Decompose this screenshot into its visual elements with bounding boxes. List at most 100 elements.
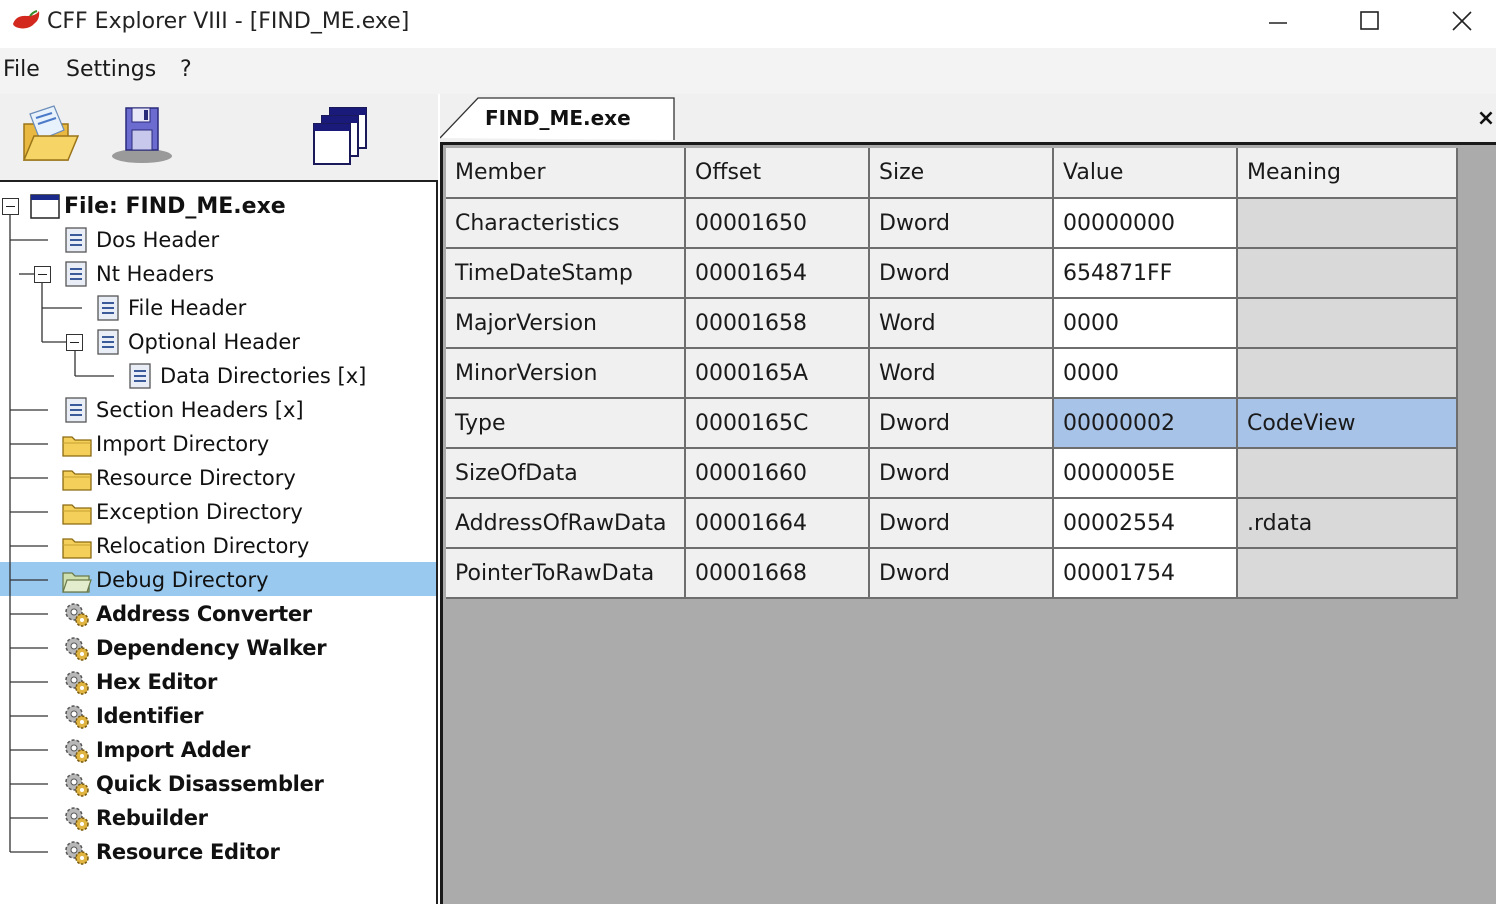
- meaning-cell: .rdata: [1237, 498, 1458, 549]
- offset-cell: 00001668: [685, 548, 870, 599]
- tree-expander-root[interactable]: [2, 198, 19, 215]
- value-cell[interactable]: 0000: [1053, 348, 1238, 399]
- tree-tool-hex-editor[interactable]: Hex Editor: [62, 666, 217, 698]
- tree-item-resource-directory[interactable]: Resource Directory: [62, 462, 296, 494]
- tree-item-data-directories[interactable]: Data Directories [x]: [126, 360, 366, 392]
- value-cell[interactable]: 654871FF: [1053, 248, 1238, 299]
- tree-tool-import-adder[interactable]: Import Adder: [62, 734, 250, 766]
- column-header-member[interactable]: Member: [446, 148, 686, 199]
- table-row[interactable]: PointerToRawData 00001668 Dword 00001754: [446, 548, 1458, 599]
- window-icon: [30, 194, 60, 219]
- app-logo-icon: [13, 10, 40, 29]
- editor-panel: FIND_ME.exe × Member Offset Size Value M…: [440, 94, 1496, 904]
- size-cell: Word: [869, 348, 1054, 399]
- table-row[interactable]: Characteristics 00001650 Dword 00000000: [446, 198, 1458, 249]
- member-cell: SizeOfData: [446, 448, 686, 499]
- tree-tool-identifier[interactable]: Identifier: [62, 700, 204, 732]
- tab-label: FIND_ME.exe: [485, 106, 631, 130]
- tree-item-exception-directory[interactable]: Exception Directory: [62, 496, 303, 528]
- toolbar: [0, 94, 438, 180]
- member-cell: Type: [446, 398, 686, 449]
- tree-item-label: Import Adder: [96, 738, 251, 762]
- menu-file[interactable]: File: [3, 57, 40, 82]
- column-header-meaning[interactable]: Meaning: [1237, 148, 1458, 199]
- column-header-offset[interactable]: Offset: [685, 148, 870, 199]
- table-row-selected[interactable]: Type 0000165C Dword 00000002 CodeView: [446, 398, 1458, 449]
- meaning-cell: [1237, 348, 1458, 399]
- tree-item-import-directory[interactable]: Import Directory: [62, 428, 269, 460]
- tree-item-label: Quick Disassembler: [96, 772, 324, 796]
- maximize-button[interactable]: [1324, 0, 1416, 44]
- tree-item-file-header[interactable]: File Header: [94, 292, 246, 324]
- minimize-icon: [1269, 22, 1287, 24]
- open-folder-icon: [22, 105, 80, 161]
- tree-item-label: Debug Directory: [96, 568, 269, 592]
- table-row[interactable]: MinorVersion 0000165A Word 0000: [446, 348, 1458, 399]
- offset-cell: 0000165A: [685, 348, 870, 399]
- table-row[interactable]: TimeDateStamp 00001654 Dword 654871FF: [446, 248, 1458, 299]
- tree-item-relocation-directory[interactable]: Relocation Directory: [62, 530, 309, 562]
- value-cell[interactable]: 0000: [1053, 298, 1238, 349]
- tree-tool-address-converter[interactable]: Address Converter: [62, 598, 312, 630]
- column-header-value[interactable]: Value: [1053, 148, 1238, 199]
- meaning-cell: [1237, 298, 1458, 349]
- tree-tool-rebuilder[interactable]: Rebuilder: [62, 802, 208, 834]
- tree-expander-optional-header[interactable]: [66, 334, 83, 351]
- table-row[interactable]: AddressOfRawData 00001664 Dword 00002554…: [446, 498, 1458, 549]
- table-row[interactable]: MajorVersion 00001658 Word 0000: [446, 298, 1458, 349]
- tree-tool-resource-editor[interactable]: Resource Editor: [62, 836, 280, 868]
- debug-directory-table: Member Offset Size Value Meaning Charact…: [446, 148, 1458, 599]
- save-file-button[interactable]: [106, 100, 176, 168]
- windows-cascade-icon: [313, 107, 367, 165]
- member-cell: TimeDateStamp: [446, 248, 686, 299]
- offset-cell: 00001664: [685, 498, 870, 549]
- tree-item-optional-header[interactable]: Optional Header: [94, 326, 300, 358]
- close-window-button[interactable]: [1416, 0, 1496, 44]
- tool-gear-icon: [65, 841, 89, 865]
- value-cell[interactable]: 0000005E: [1053, 448, 1238, 499]
- meaning-cell: [1237, 198, 1458, 249]
- tree-item-label: Hex Editor: [96, 670, 218, 694]
- size-cell: Dword: [869, 498, 1054, 549]
- maximize-icon: [1360, 11, 1379, 30]
- document-icon: [65, 227, 87, 253]
- close-tab-button[interactable]: ×: [1476, 106, 1496, 131]
- folder-icon: [62, 470, 92, 491]
- minimize-button[interactable]: [1233, 0, 1325, 44]
- tree-item-section-headers[interactable]: Section Headers [x]: [62, 394, 304, 426]
- tree-item-debug-directory[interactable]: Debug Directory: [62, 564, 269, 596]
- tool-gear-icon: [65, 807, 89, 831]
- tool-gear-icon: [65, 773, 89, 797]
- member-cell: MinorVersion: [446, 348, 686, 399]
- value-cell[interactable]: 00002554: [1053, 498, 1238, 549]
- windows-button[interactable]: [306, 100, 376, 168]
- table-row[interactable]: SizeOfData 00001660 Dword 0000005E: [446, 448, 1458, 499]
- tab-find-me-exe[interactable]: FIND_ME.exe: [440, 94, 676, 140]
- value-cell[interactable]: 00000000: [1053, 198, 1238, 249]
- tree-item-label: Identifier: [96, 704, 204, 728]
- document-icon: [129, 363, 151, 389]
- tool-gear-icon: [65, 603, 89, 627]
- member-cell: PointerToRawData: [446, 548, 686, 599]
- tree-item-label: Relocation Directory: [96, 534, 310, 558]
- value-cell[interactable]: 00000002: [1053, 398, 1238, 449]
- tree-expander-nt-headers[interactable]: [34, 266, 51, 283]
- table-header-row: Member Offset Size Value Meaning: [446, 148, 1458, 199]
- tool-gear-icon: [65, 739, 89, 763]
- tree-item-nt-headers[interactable]: Nt Headers: [62, 258, 214, 290]
- value-cell[interactable]: 00001754: [1053, 548, 1238, 599]
- tree-item-dos-header[interactable]: Dos Header: [62, 224, 219, 256]
- tree-tool-dependency-walker[interactable]: Dependency Walker: [62, 632, 327, 664]
- tree-item-label: Data Directories [x]: [160, 364, 367, 388]
- menu-settings[interactable]: Settings: [66, 57, 156, 82]
- tree-root-file[interactable]: File: FIND_ME.exe: [30, 190, 286, 222]
- open-file-button[interactable]: [16, 100, 86, 168]
- tool-gear-icon: [65, 705, 89, 729]
- tree-tool-quick-disassembler[interactable]: Quick Disassembler: [62, 768, 324, 800]
- column-header-size[interactable]: Size: [869, 148, 1054, 199]
- menu-help[interactable]: ?: [180, 57, 192, 82]
- tree-item-label: Address Converter: [96, 602, 312, 626]
- document-icon: [65, 261, 87, 287]
- size-cell: Dword: [869, 398, 1054, 449]
- folder-icon: [62, 504, 92, 525]
